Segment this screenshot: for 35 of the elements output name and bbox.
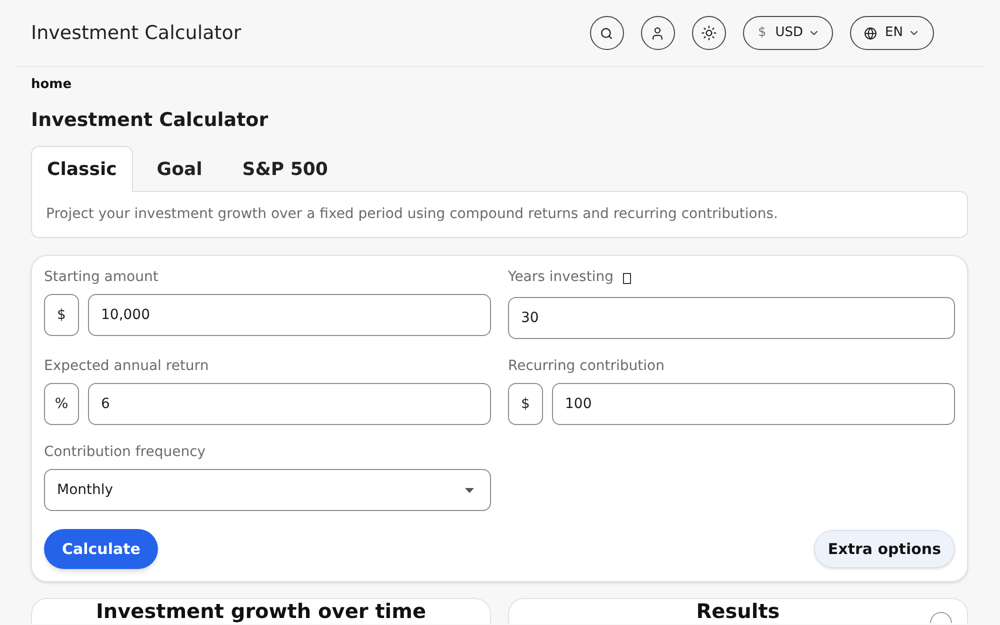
breadcrumb-link[interactable]: home xyxy=(31,77,72,92)
search-button[interactable] xyxy=(590,16,624,50)
input-field[interactable]: 30 xyxy=(508,297,955,339)
currency-dropdown[interactable]: $ USD xyxy=(742,16,834,50)
tab[interactable]: Classic xyxy=(31,146,133,192)
field-label: Years investing xyxy=(508,269,614,286)
input-field[interactable]: 6 xyxy=(88,383,491,425)
tab-description: Project your investment growth over a fixed period using compound returns and recurring contributions. xyxy=(46,205,778,224)
prefix-label: $ xyxy=(44,294,79,336)
field-label: Recurring contribution xyxy=(508,358,664,375)
field-label: Expected annual return xyxy=(44,358,209,375)
input-field[interactable]: 10,000 xyxy=(88,294,491,336)
tab[interactable]: S&P 500 xyxy=(226,146,344,192)
extra-options-button[interactable]: Extra options xyxy=(814,530,955,568)
panel-heading: Investment growth over time xyxy=(96,601,426,622)
prefix-label: % xyxy=(44,383,79,425)
field-label: Starting amount xyxy=(44,269,158,286)
page-heading: Investment Calculator xyxy=(31,108,270,132)
caret-icon xyxy=(465,488,474,492)
search-icon xyxy=(600,26,614,40)
sun-icon xyxy=(700,25,717,41)
language-dropdown[interactable]: EN xyxy=(850,16,934,50)
prefix-label: $ xyxy=(508,383,543,425)
calculate-button[interactable]: Calculate xyxy=(44,529,158,569)
account-button[interactable] xyxy=(640,16,675,50)
user-icon xyxy=(650,26,666,40)
panel-heading: Results xyxy=(696,601,780,622)
select-field[interactable]: Monthly xyxy=(44,469,491,511)
tab[interactable]: Goal xyxy=(140,146,218,192)
theme-button[interactable] xyxy=(692,16,726,50)
globe-icon xyxy=(864,26,878,40)
round-icon-button[interactable] xyxy=(930,612,952,623)
input-field[interactable]: 100 xyxy=(552,383,955,425)
field-label: Contribution frequency xyxy=(44,444,206,461)
app-title: Investment Calculator xyxy=(31,20,242,46)
